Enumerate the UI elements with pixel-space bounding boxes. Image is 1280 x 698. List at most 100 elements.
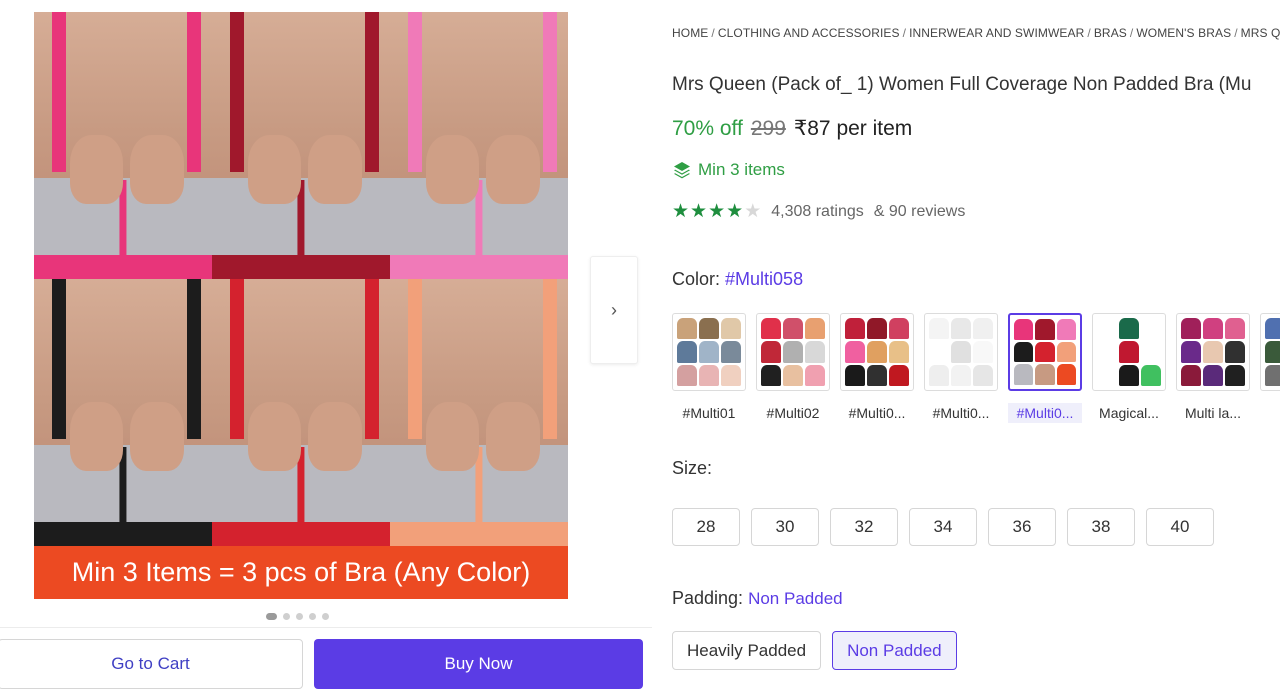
breadcrumb-separator: / — [1129, 26, 1134, 40]
swatch-product — [951, 364, 971, 386]
swatch-product — [1225, 364, 1245, 386]
swatch-product — [805, 364, 825, 386]
color-swatch[interactable]: #Multi0... — [1008, 313, 1082, 423]
rating-row[interactable]: ★ ★ ★ ★ ★ 4,308 ratings & 90 reviews — [672, 202, 965, 221]
size-option[interactable]: 36 — [988, 508, 1056, 546]
swatch-product — [1097, 341, 1117, 363]
hand — [308, 134, 362, 205]
bra-strap — [51, 12, 67, 173]
size-option[interactable]: 40 — [1146, 508, 1214, 546]
swatch-product — [677, 364, 697, 386]
swatch-product — [951, 341, 971, 363]
swatch-product — [1056, 341, 1076, 363]
bra-band — [34, 521, 212, 546]
breadcrumb-item[interactable]: BRAS — [1094, 26, 1127, 40]
swatch-image — [1265, 318, 1280, 386]
swatch-product — [889, 341, 909, 363]
color-swatch[interactable]: Multi la... — [1176, 313, 1250, 423]
carousel-dot[interactable] — [322, 613, 329, 620]
padding-option[interactable]: Non Padded — [832, 631, 957, 670]
selected-color-value: #Multi058 — [725, 269, 804, 289]
swatch-product — [929, 364, 949, 386]
swatch-label: #Multi01 — [682, 405, 736, 421]
size-options: 28 30 32 34 36 38 40 — [672, 508, 1214, 546]
hand — [486, 401, 540, 472]
swatch-label: Magical... — [1099, 405, 1159, 421]
product-image-gallery[interactable]: Min 3 Items = 3 pcs of Bra (Any Color) — [34, 12, 568, 599]
buy-now-button[interactable]: Buy Now — [314, 639, 643, 689]
breadcrumb-item[interactable]: CLOTHING AND ACCESSORIES — [718, 26, 900, 40]
product-image[interactable] — [34, 12, 568, 546]
carousel-dot[interactable] — [296, 613, 303, 620]
carousel-dot[interactable] — [283, 613, 290, 620]
swatch-product — [973, 341, 993, 363]
bra-strap — [51, 279, 67, 440]
bra-strap — [229, 12, 245, 173]
promo-banner: Min 3 Items = 3 pcs of Bra (Any Color) — [34, 546, 568, 599]
size-option[interactable]: 30 — [751, 508, 819, 546]
carousel-dot[interactable] — [266, 613, 277, 620]
product-title: Mrs Queen (Pack of_ 1) Women Full Covera… — [672, 74, 1252, 95]
swatch-thumbnail — [756, 313, 830, 391]
swatch-product — [1141, 341, 1161, 363]
swatch-product — [1097, 364, 1117, 386]
star-icon: ★ — [726, 201, 744, 222]
swatch-product — [1203, 318, 1223, 340]
swatch-product — [805, 318, 825, 340]
discount-text: 70% off — [672, 117, 743, 140]
color-swatch[interactable]: #Multi01 — [672, 313, 746, 423]
swatch-product — [1181, 364, 1201, 386]
swatch-product — [845, 318, 865, 340]
size-option[interactable]: 34 — [909, 508, 977, 546]
color-label-text: Color: — [672, 269, 721, 289]
swatch-product — [1141, 318, 1161, 340]
min-items-row: Min 3 items — [672, 160, 785, 180]
carousel-dot[interactable] — [309, 613, 316, 620]
swatch-product — [1119, 318, 1139, 340]
color-swatch[interactable]: #Multi0... — [840, 313, 914, 423]
color-swatch[interactable]: #Multi0... — [924, 313, 998, 423]
hand — [130, 401, 184, 472]
swatch-product — [1035, 364, 1055, 385]
star-icon: ★ — [672, 201, 690, 222]
bra-strap — [543, 12, 558, 173]
breadcrumb-item[interactable]: WOMEN'S BRAS — [1136, 26, 1231, 40]
swatch-product — [761, 341, 781, 363]
breadcrumb-separator: / — [1234, 26, 1238, 40]
padding-option[interactable]: Heavily Padded — [672, 631, 822, 670]
swatch-product — [1119, 341, 1139, 363]
go-to-cart-button[interactable]: Go to Cart — [0, 639, 303, 689]
breadcrumb-item[interactable]: INNERWEAR AND SWIMWEAR — [909, 26, 1084, 40]
swatch-product — [867, 364, 887, 386]
bra-strap — [365, 12, 380, 173]
color-swatch[interactable]: Mu — [1260, 313, 1280, 423]
color-swatch[interactable]: #Multi02 — [756, 313, 830, 423]
breadcrumb-item[interactable]: HOME — [672, 26, 708, 40]
bra-strap — [187, 279, 202, 440]
next-image-button[interactable]: › — [590, 256, 638, 364]
swatch-product — [1181, 341, 1201, 363]
bra-strap — [407, 279, 423, 440]
bra-band — [390, 254, 568, 279]
swatch-image — [677, 318, 741, 386]
swatch-product — [699, 341, 719, 363]
mrp-price: 299 — [750, 117, 786, 140]
breadcrumb: HOME / CLOTHING AND ACCESSORIES / INNERWEAR … — [672, 26, 1280, 40]
hand — [69, 134, 123, 205]
swatch-image — [1097, 318, 1161, 386]
color-swatch[interactable]: Magical... — [1092, 313, 1166, 423]
breadcrumb-item[interactable]: MRS QU — [1241, 26, 1280, 40]
size-label: Size: — [672, 458, 713, 478]
selected-padding-value: Non Padded — [748, 589, 843, 608]
selling-price: ₹87 per item — [793, 117, 913, 140]
swatch-product — [1141, 364, 1161, 386]
size-option[interactable]: 32 — [830, 508, 898, 546]
size-option[interactable]: 28 — [672, 508, 740, 546]
breadcrumb-separator: / — [1087, 26, 1091, 40]
swatch-product — [1225, 341, 1245, 363]
swatch-product — [761, 318, 781, 340]
hand — [425, 134, 479, 205]
size-option[interactable]: 38 — [1067, 508, 1135, 546]
bra-band — [212, 521, 390, 546]
image-tile — [390, 279, 568, 546]
